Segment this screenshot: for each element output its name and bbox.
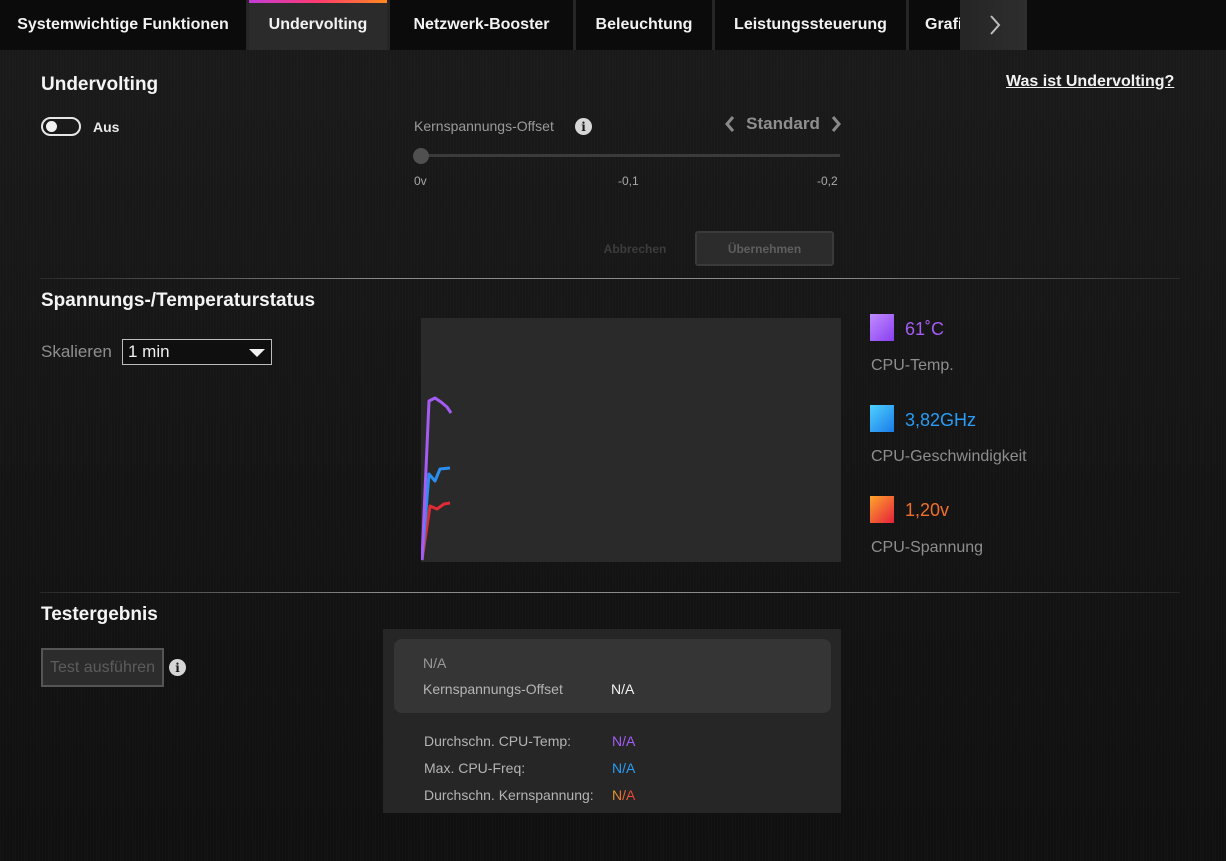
undervolting-toggle[interactable]	[41, 117, 81, 136]
section-divider	[40, 592, 1180, 593]
avg-cpu-temp-value: N/A	[612, 733, 636, 749]
toggle-state-label: Aus	[93, 119, 120, 135]
voltage-offset-slider-thumb[interactable]	[413, 148, 429, 164]
tab-systemwichtige-funktionen[interactable]: Systemwichtige Funktionen	[0, 0, 249, 50]
chevron-left-icon[interactable]	[724, 115, 736, 133]
info-icon[interactable]: i	[575, 118, 592, 135]
slider-tick-label: 0v	[414, 174, 427, 188]
avg-cpu-temp-label: Durchschn. CPU-Temp:	[424, 733, 572, 749]
cpu-speed-label: CPU-Geschwindigkeit	[871, 448, 1027, 465]
run-test-button[interactable]: Test ausführen	[41, 648, 164, 687]
test-offset-label: Kernspannungs-Offset	[423, 681, 563, 697]
tab-label: Leistungssteuerung	[734, 16, 887, 33]
scale-label: Skalieren	[41, 342, 112, 361]
chevron-right-icon[interactable]	[830, 115, 842, 133]
max-cpu-freq-label: Max. CPU-Freq:	[424, 760, 526, 776]
status-chart	[420, 318, 841, 562]
what-is-undervolting-link[interactable]: Was ist Undervolting?	[1006, 73, 1174, 91]
cpu-voltage-value: 1,20v	[905, 500, 950, 520]
status-chart-lines	[420, 396, 453, 561]
chevron-right-icon	[990, 15, 1001, 35]
test-result-panel: N/A Kernspannungs-Offset N/A Durchschn. …	[383, 629, 841, 813]
cpu-temp-label: CPU-Temp.	[871, 357, 954, 374]
avg-core-voltage-label: Durchschn. Kernspannung:	[424, 787, 594, 803]
cpu-voltage-swatch	[870, 496, 894, 523]
tab-leistungssteuerung[interactable]: Leistungssteuerung	[715, 0, 909, 50]
tab-grafik[interactable]: Grafi	[909, 0, 963, 50]
toggle-knob	[46, 121, 57, 132]
info-icon[interactable]: i	[169, 659, 186, 676]
tab-netzwerk-booster[interactable]: Netzwerk-Booster	[390, 0, 576, 50]
cpu-speed-swatch	[870, 405, 894, 432]
cpu-speed-value: 3,82GHz	[905, 410, 977, 430]
tab-label: Undervolting	[268, 16, 368, 33]
tab-label: Beleuchtung	[595, 16, 693, 33]
tab-bar-empty	[1027, 0, 1226, 50]
test-offset-value: N/A	[611, 681, 635, 697]
cancel-button[interactable]: Abbrechen	[580, 233, 690, 265]
cpu-temp-swatch	[870, 314, 894, 341]
scale-dropdown[interactable]: 1 min	[122, 339, 272, 365]
tab-label: Grafi	[925, 16, 963, 33]
test-result-title: Testergebnis	[41, 604, 158, 625]
core-voltage-offset-label: Kernspannungs-Offset	[414, 118, 554, 134]
voltage-temperature-status-title: Spannungs-/Temperaturstatus	[41, 290, 316, 311]
cpu-voltage-label: CPU-Spannung	[871, 539, 984, 556]
preset-value: Standard	[746, 114, 820, 133]
caret-down-icon	[249, 349, 265, 357]
tab-beleuchtung[interactable]: Beleuchtung	[576, 0, 715, 50]
voltage-offset-slider-track[interactable]	[420, 154, 840, 157]
test-status-value: N/A	[423, 655, 447, 671]
test-result-card: N/A Kernspannungs-Offset N/A	[394, 639, 831, 713]
scale-dropdown-value: 1 min	[128, 342, 170, 361]
tab-scroll-next-button[interactable]	[963, 0, 1027, 50]
tab-label: Systemwichtige Funktionen	[17, 16, 229, 33]
slider-tick-label: -0,2	[817, 174, 838, 188]
preset-selector[interactable]: Standard	[724, 112, 842, 136]
section-divider	[40, 278, 1180, 279]
cpu-temp-value: 61˚C	[905, 319, 945, 339]
tab-undervolting[interactable]: Undervolting	[249, 0, 390, 50]
tab-label: Netzwerk-Booster	[413, 16, 550, 33]
apply-button[interactable]: Übernehmen	[695, 231, 834, 266]
max-cpu-freq-value: N/A	[612, 760, 636, 776]
undervolting-title: Undervolting	[41, 74, 159, 95]
slider-tick-label: -0,1	[618, 174, 639, 188]
avg-core-voltage-value: N/A	[612, 787, 636, 803]
